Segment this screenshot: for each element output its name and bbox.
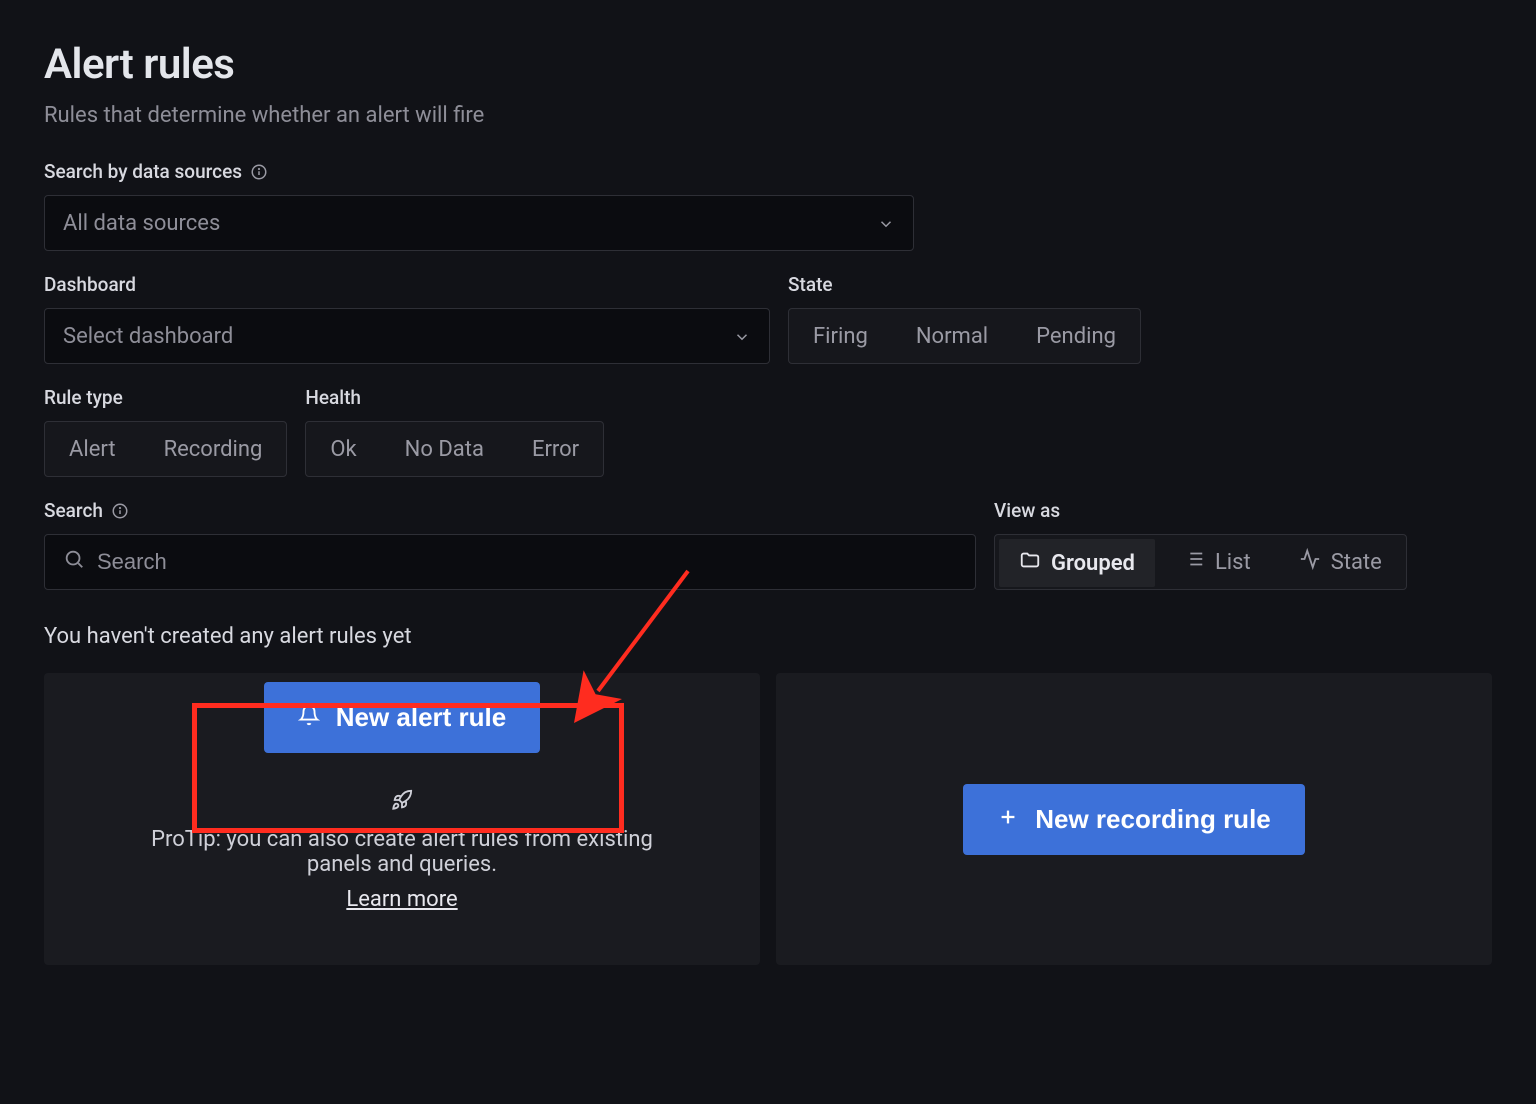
view-as-option-grouped[interactable]: Grouped — [999, 539, 1155, 587]
dashboard-label: Dashboard — [44, 273, 770, 296]
bell-icon — [298, 702, 320, 733]
data-sources-select[interactable]: All data sources — [44, 195, 914, 251]
view-as-option-list[interactable]: List — [1159, 535, 1275, 589]
view-as-option-state[interactable]: State — [1275, 535, 1406, 589]
new-recording-rule-button[interactable]: New recording rule — [963, 784, 1305, 855]
rule-type-option-alert[interactable]: Alert — [45, 422, 140, 476]
health-label: Health — [305, 386, 604, 409]
health-option-ok[interactable]: Ok — [306, 422, 380, 476]
list-icon — [1183, 548, 1205, 576]
view-as-options: Grouped List State — [994, 534, 1407, 590]
empty-state-heading: You haven't created any alert rules yet — [44, 624, 1492, 649]
info-icon[interactable] — [250, 163, 268, 181]
rule-type-option-recording[interactable]: Recording — [140, 422, 287, 476]
search-label: Search — [44, 499, 976, 522]
state-options: Firing Normal Pending — [788, 308, 1141, 364]
view-as-label: View as — [994, 499, 1407, 522]
dashboard-select[interactable]: Select dashboard — [44, 308, 770, 364]
search-input-wrap[interactable] — [44, 534, 976, 590]
rule-type-label: Rule type — [44, 386, 287, 409]
state-option-pending[interactable]: Pending — [1012, 309, 1140, 363]
search-icon — [63, 548, 85, 576]
learn-more-link[interactable]: Learn more — [346, 887, 457, 912]
search-input[interactable] — [97, 549, 957, 575]
chevron-down-icon — [877, 214, 895, 232]
state-option-normal[interactable]: Normal — [892, 309, 1012, 363]
alert-rules-page: Alert rules Rules that determine whether… — [0, 0, 1536, 1005]
state-label: State — [788, 273, 1141, 296]
health-option-nodata[interactable]: No Data — [381, 422, 508, 476]
page-title: Alert rules — [44, 40, 1492, 89]
new-alert-rule-card: New alert rule ProTip: you can also crea… — [44, 673, 760, 965]
new-alert-rule-button[interactable]: New alert rule — [264, 682, 541, 753]
state-option-firing[interactable]: Firing — [789, 309, 892, 363]
empty-state-cards: New alert rule ProTip: you can also crea… — [44, 673, 1492, 965]
new-recording-rule-card: New recording rule — [776, 673, 1492, 965]
data-sources-label: Search by data sources — [44, 160, 914, 183]
activity-icon — [1299, 548, 1321, 576]
rule-type-options: Alert Recording — [44, 421, 287, 477]
info-icon[interactable] — [111, 502, 129, 520]
rocket-icon — [391, 789, 413, 817]
folder-icon — [1019, 549, 1041, 577]
protip-text: ProTip: you can also create alert rules … — [122, 789, 682, 912]
health-option-error[interactable]: Error — [508, 422, 603, 476]
health-options: Ok No Data Error — [305, 421, 604, 477]
plus-icon — [997, 804, 1019, 835]
page-subtitle: Rules that determine whether an alert wi… — [44, 103, 1492, 128]
chevron-down-icon — [733, 327, 751, 345]
